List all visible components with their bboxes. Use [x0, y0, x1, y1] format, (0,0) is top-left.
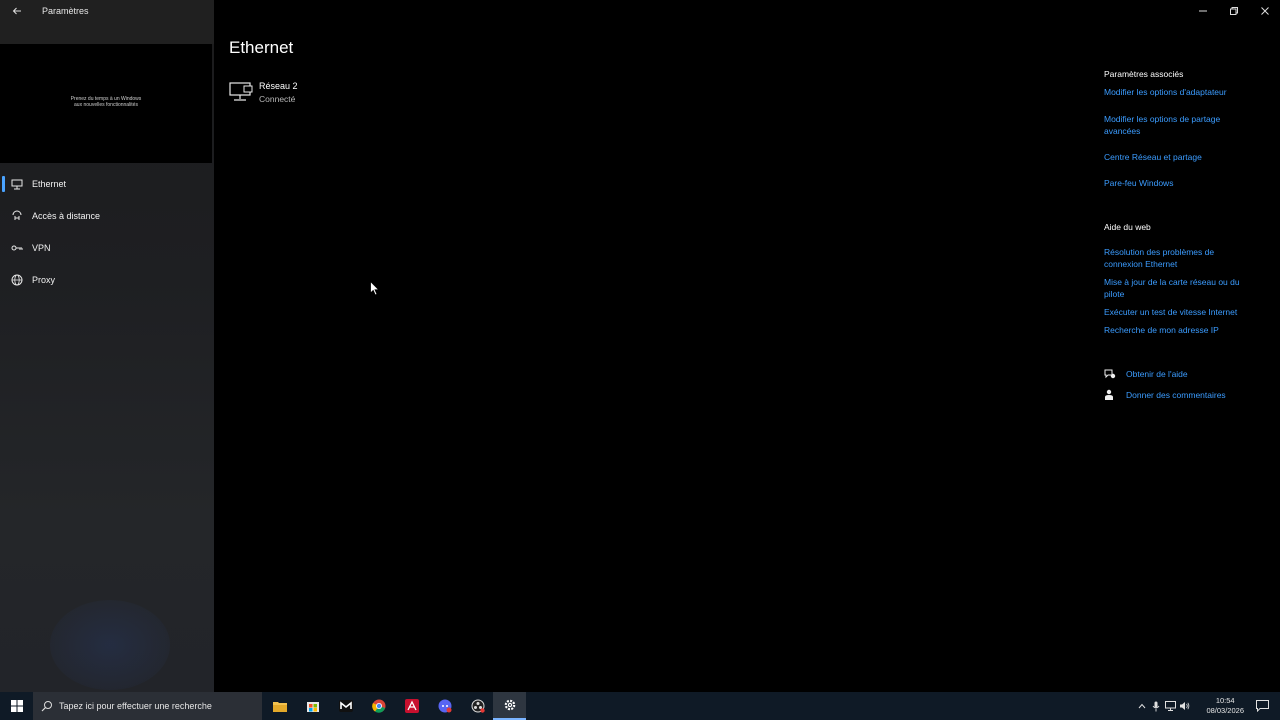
show-hidden-icons-chevron-icon[interactable] — [1136, 700, 1148, 712]
sidebar-item-label: Proxy — [32, 275, 56, 285]
network-status: Connecté — [259, 94, 296, 104]
globe-icon — [11, 274, 23, 286]
give-feedback-link[interactable]: Donner des commentaires — [1126, 390, 1226, 400]
file-explorer-icon — [272, 702, 287, 712]
search-icon — [41, 701, 52, 712]
clock[interactable]: 10:54 08/03/2026 — [1206, 696, 1244, 716]
start-button[interactable] — [0, 692, 33, 720]
microphone-icon[interactable] — [1150, 700, 1162, 712]
user-card[interactable]: Prenez du temps à un Windows aux nouvell… — [0, 44, 212, 163]
acrobat-icon — [404, 699, 419, 713]
sidebar-item-remote-access[interactable]: Accès à distance — [0, 200, 214, 232]
link-ip-address[interactable]: Recherche de mon adresse IP — [1104, 324, 1264, 336]
title-bar: Paramètres — [0, 0, 214, 44]
link-network-center[interactable]: Centre Réseau et partage — [1104, 151, 1264, 163]
taskbar-acrobat[interactable] — [395, 692, 428, 720]
close-button[interactable] — [1249, 0, 1280, 22]
taskbar: Tapez ici pour effectuer une recherche 1… — [0, 692, 1280, 720]
link-adapter-options[interactable]: Modifier les options d'adaptateur — [1104, 86, 1264, 98]
taskbar-app[interactable] — [329, 692, 362, 720]
network-name: Réseau 2 — [259, 81, 298, 91]
sidebar: Paramètres Prenez du temps à un Windows … — [0, 0, 214, 692]
get-help-link[interactable]: Obtenir de l'aide — [1126, 369, 1188, 379]
user-card-text: Prenez du temps à un Windows aux nouvell… — [70, 96, 142, 108]
web-help-heading: Aide du web — [1104, 222, 1151, 232]
sidebar-glow — [50, 600, 170, 690]
minimize-icon — [1198, 10, 1207, 12]
sidebar-item-label: Ethernet — [32, 179, 67, 189]
clock-date: 08/03/2026 — [1206, 706, 1244, 715]
windows-logo-icon — [10, 700, 23, 712]
system-tray: 10:54 08/03/2026 — [1130, 692, 1280, 720]
restore-icon — [1229, 7, 1238, 15]
main-content: Ethernet Réseau 2 Connecté Paramètres as… — [214, 0, 1280, 692]
network-connection-item[interactable]: Réseau 2 Connecté — [229, 80, 389, 108]
back-arrow-icon — [12, 7, 21, 15]
sidebar-item-vpn[interactable]: VPN — [0, 232, 214, 264]
search-placeholder: Tapez ici pour effectuer une recherche — [59, 701, 212, 711]
window-controls — [1187, 0, 1280, 22]
mouse-cursor-icon — [370, 281, 380, 296]
app-title: Paramètres — [42, 6, 89, 16]
network-tray-icon[interactable] — [1164, 700, 1176, 712]
taskbar-file-explorer[interactable] — [263, 692, 296, 720]
dialup-icon — [11, 210, 23, 222]
taskbar-settings[interactable] — [493, 692, 526, 720]
sidebar-item-ethernet[interactable]: Ethernet — [0, 168, 214, 200]
sidebar-item-label: VPN — [32, 243, 51, 253]
taskbar-obs[interactable] — [461, 692, 494, 720]
link-speed-test[interactable]: Exécuter un test de vitesse Internet — [1104, 306, 1264, 318]
obs-icon — [471, 699, 485, 713]
discord-icon — [438, 699, 451, 713]
restore-button[interactable] — [1218, 0, 1249, 22]
store-icon — [306, 702, 319, 712]
back-button[interactable] — [6, 3, 28, 19]
minimize-button[interactable] — [1187, 0, 1218, 22]
app-icon — [338, 700, 353, 712]
close-icon — [1260, 7, 1269, 15]
taskbar-search[interactable]: Tapez ici pour effectuer une recherche — [33, 692, 262, 720]
sidebar-item-proxy[interactable]: Proxy — [0, 264, 214, 296]
link-troubleshoot[interactable]: Résolution des problèmes de connexion Et… — [1104, 246, 1234, 270]
taskbar-discord[interactable] — [428, 692, 461, 720]
chrome-icon — [371, 699, 385, 713]
notification-center-icon[interactable] — [1256, 700, 1270, 713]
vpn-icon — [11, 242, 23, 254]
link-firewall[interactable]: Pare-feu Windows — [1104, 177, 1264, 189]
taskbar-store[interactable] — [296, 692, 329, 720]
page-title: Ethernet — [229, 38, 294, 57]
feedback-icon — [1104, 389, 1116, 401]
help-chat-icon — [1104, 368, 1116, 380]
network-monitor-icon — [229, 82, 253, 102]
settings-window: Paramètres Prenez du temps à un Windows … — [0, 0, 1280, 692]
clock-time: 10:54 — [1215, 696, 1235, 705]
volume-icon[interactable] — [1178, 700, 1190, 712]
settings-icon — [504, 699, 515, 711]
taskbar-chrome[interactable] — [362, 692, 395, 720]
sidebar-nav: Ethernet Accès à distance VPN Proxy — [0, 168, 214, 296]
ethernet-icon — [11, 178, 23, 190]
link-update-driver[interactable]: Mise à jour de la carte réseau ou du pil… — [1104, 276, 1256, 300]
sidebar-item-label: Accès à distance — [32, 211, 101, 221]
link-sharing-options[interactable]: Modifier les options de partage avancées — [1104, 113, 1234, 137]
related-settings-heading: Paramètres associés — [1104, 69, 1184, 79]
